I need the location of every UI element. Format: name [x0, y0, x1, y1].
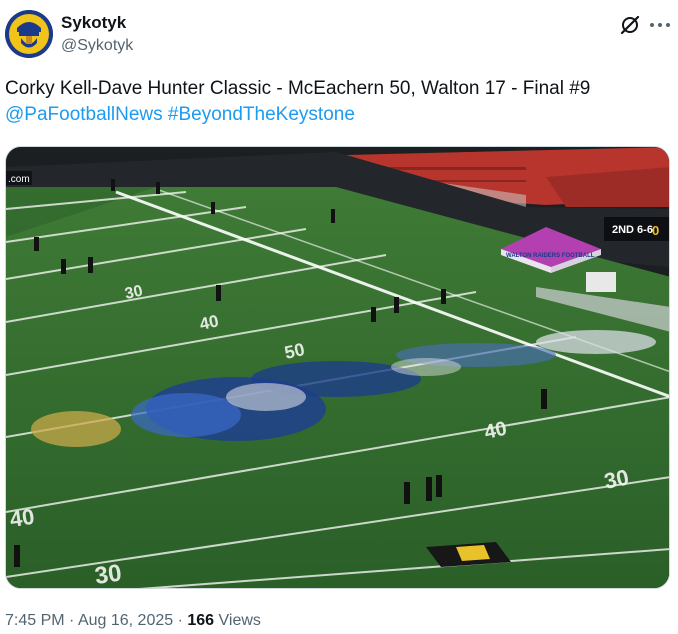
avatar-image	[5, 10, 53, 58]
meta-separator: ·	[69, 612, 75, 629]
display-name[interactable]: Sykotyk	[61, 13, 126, 33]
wall-banner: .com	[6, 171, 32, 185]
avatar[interactable]	[5, 10, 53, 58]
user-handle[interactable]: @Sykotyk	[61, 37, 133, 55]
svg-text:30: 30	[602, 464, 631, 494]
svg-text:30: 30	[93, 559, 123, 589]
svg-text:0: 0	[652, 223, 659, 238]
svg-text:40: 40	[482, 418, 508, 444]
views-label: Views	[218, 612, 261, 629]
svg-text:50: 50	[283, 339, 307, 363]
svg-text:40: 40	[8, 504, 36, 532]
tweet-photo[interactable]: 2ND 6-6 0 .com 30 40 50 40 30 40 30 WALT…	[5, 146, 670, 589]
svg-text:2ND 6-6: 2ND 6-6	[612, 224, 653, 236]
svg-text:40: 40	[198, 311, 220, 334]
grok-icon[interactable]	[619, 14, 641, 36]
svg-text:30: 30	[123, 283, 144, 303]
tweet-meta: 7:45 PM · Aug 16, 2025 · 166 Views	[5, 612, 261, 630]
hashtag-link[interactable]: #BeyondTheKeystone	[168, 104, 355, 125]
svg-text:.com: .com	[8, 174, 30, 185]
tweet-time[interactable]: 7:45 PM	[5, 612, 65, 629]
tweet-header: Sykotyk @Sykotyk	[5, 10, 673, 64]
scoreboard: 2ND 6-6 0	[604, 217, 669, 241]
tweet-text: Corky Kell-Dave Hunter Classic - McEache…	[5, 76, 670, 128]
views-count: 166	[187, 612, 215, 629]
meta-separator: ·	[177, 612, 183, 629]
svg-text:WALTON RAIDERS FOOTBALL: WALTON RAIDERS FOOTBALL	[506, 253, 595, 259]
more-options-icon[interactable]	[647, 14, 673, 36]
tweet-body: Corky Kell-Dave Hunter Classic - McEache…	[5, 78, 591, 99]
tweet-date[interactable]: Aug 16, 2025	[78, 612, 173, 629]
mention-link[interactable]: @PaFootballNews	[5, 104, 163, 125]
stadium-photo: 2ND 6-6 0 .com 30 40 50 40 30 40 30 WALT…	[6, 147, 669, 589]
